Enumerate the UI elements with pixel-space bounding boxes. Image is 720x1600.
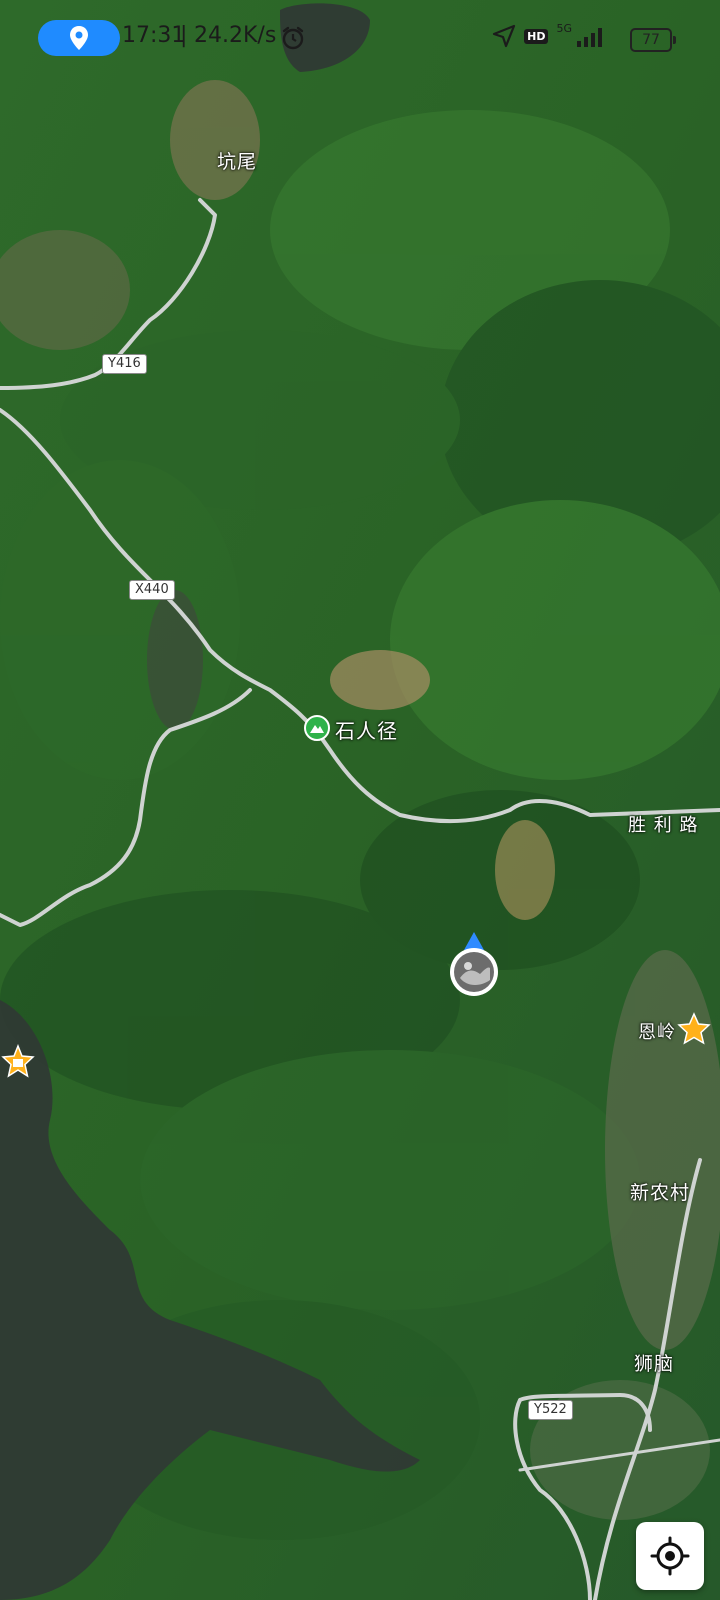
current-location-marker[interactable] bbox=[446, 930, 502, 1000]
star-icon[interactable] bbox=[677, 1012, 711, 1046]
scenic-spot-icon[interactable] bbox=[0, 1044, 36, 1080]
status-time: 17:31 bbox=[122, 23, 186, 48]
location-pill[interactable] bbox=[38, 20, 120, 56]
place-label-enling[interactable]: 恩岭 bbox=[638, 1018, 676, 1044]
signal-icon bbox=[577, 28, 602, 47]
place-label-kengwei[interactable]: 坑尾 bbox=[217, 147, 257, 174]
mountain-poi-icon[interactable] bbox=[304, 715, 330, 741]
road-shield-y522: Y522 bbox=[528, 1400, 573, 1420]
location-pin-icon bbox=[70, 26, 88, 50]
status-icons: HD 5G bbox=[492, 21, 606, 48]
crosshair-icon bbox=[650, 1536, 690, 1576]
battery-icon: 77 bbox=[630, 28, 676, 52]
road-shield-y416: Y416 bbox=[102, 354, 147, 374]
status-net-speed: 24.2K/s bbox=[194, 23, 277, 48]
status-bar: 17:31 | 24.2K/s HD 5G 77 bbox=[0, 0, 720, 78]
status-separator: | bbox=[180, 23, 188, 48]
locate-me-button[interactable] bbox=[636, 1522, 704, 1590]
road-label-shengli: 胜 利 路 bbox=[628, 815, 699, 836]
place-label-shinao[interactable]: 狮脑 bbox=[634, 1349, 674, 1376]
satellite-map[interactable] bbox=[0, 0, 720, 1600]
navigation-arrow-icon bbox=[493, 24, 516, 48]
road-shield-x440: X440 bbox=[129, 580, 175, 600]
place-label-xinnongcun[interactable]: 新农村 bbox=[630, 1178, 690, 1205]
battery-level: 77 bbox=[642, 32, 660, 48]
poi-label-shirenjing[interactable]: 石人径 bbox=[335, 715, 398, 744]
network-type: 5G bbox=[556, 21, 572, 35]
alarm-icon bbox=[282, 26, 304, 50]
hd-badge: HD bbox=[524, 28, 549, 44]
